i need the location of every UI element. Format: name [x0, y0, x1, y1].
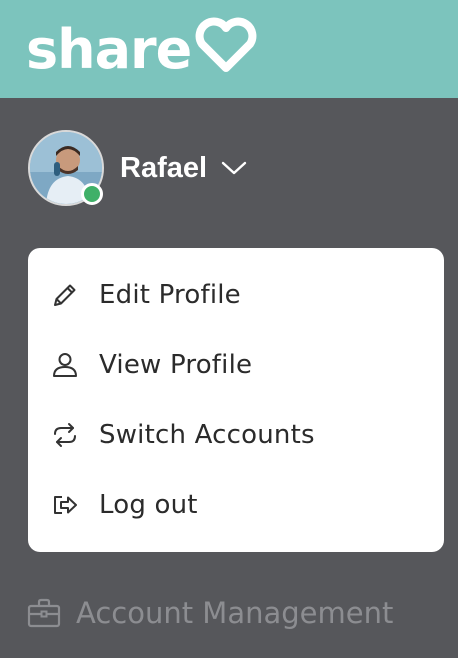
- logout-icon: [50, 490, 80, 520]
- menu-item-edit-profile[interactable]: Edit Profile: [28, 260, 444, 330]
- menu-item-switch-accounts[interactable]: Switch Accounts: [28, 400, 444, 470]
- profile-dropdown-menu: Edit Profile View Profile Switch Account…: [28, 248, 444, 552]
- sidebar-item-label: Account Management: [76, 596, 394, 630]
- switch-arrows-icon: [50, 420, 80, 450]
- app-header: share: [0, 0, 458, 98]
- pencil-icon: [50, 280, 80, 310]
- menu-item-log-out[interactable]: Log out: [28, 470, 444, 540]
- menu-item-label: View Profile: [99, 350, 253, 380]
- sidebar-item-account-management[interactable]: Account Management: [26, 590, 393, 636]
- profile-switcher[interactable]: Rafael: [28, 130, 428, 206]
- menu-item-label: Edit Profile: [99, 280, 241, 310]
- avatar-container[interactable]: [28, 130, 104, 206]
- share-logo[interactable]: share: [26, 10, 259, 90]
- menu-item-view-profile[interactable]: View Profile: [28, 330, 444, 400]
- menu-item-label: Switch Accounts: [99, 420, 315, 450]
- briefcase-icon: [26, 595, 62, 631]
- heart-icon: [193, 16, 259, 78]
- user-icon: [50, 350, 80, 380]
- online-status-indicator: [81, 183, 103, 205]
- logo-text: share: [26, 18, 192, 81]
- menu-item-label: Log out: [99, 490, 198, 520]
- chevron-down-icon[interactable]: [221, 160, 247, 180]
- user-name[interactable]: Rafael: [120, 152, 207, 185]
